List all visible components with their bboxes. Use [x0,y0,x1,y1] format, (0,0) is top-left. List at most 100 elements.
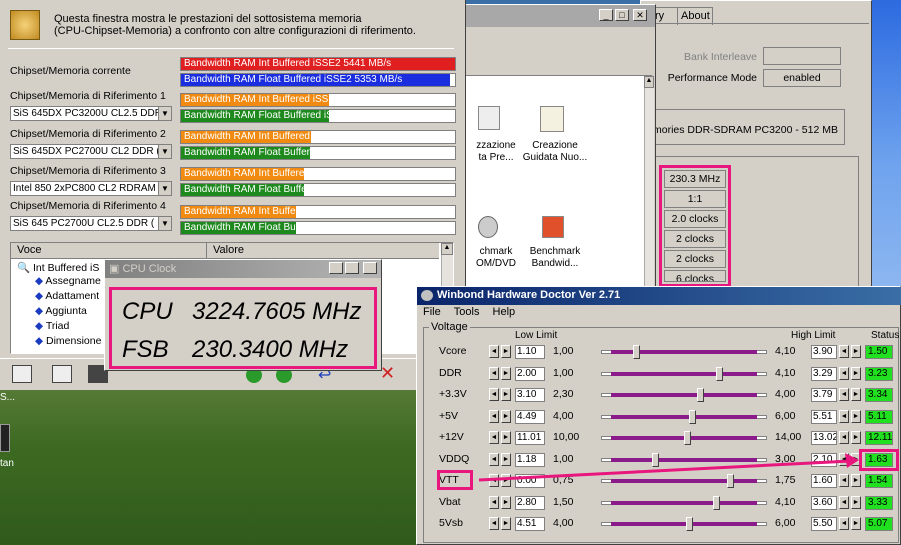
cancel-icon[interactable]: ✕ [380,363,395,384]
spin-right-icon[interactable]: ► [851,409,861,423]
high-limit-input[interactable]: 3.29 [811,366,837,381]
reference-select[interactable]: SiS 645 PC2700U CL2.5 DDR (▼ [10,216,172,231]
report-icon[interactable] [12,365,32,383]
bandwidth-bar-label: Bandwidth RAM Int Buffered iSSE2 2290 MB… [184,206,392,217]
voltage-slider-thumb[interactable] [633,345,640,359]
voltage-slider-thumb[interactable] [713,495,720,510]
spin-left-icon[interactable]: ◄ [839,495,849,509]
spin-right-icon[interactable]: ► [501,388,511,401]
spin-left-icon[interactable]: ◄ [489,517,499,530]
low-limit-input[interactable]: 4.49 [515,409,545,424]
benchmark-icon[interactable] [478,106,500,130]
close-icon[interactable]: ✕ [633,9,647,21]
maximize-icon[interactable]: □ [615,9,629,21]
chevron-down-icon[interactable]: ▼ [158,182,171,195]
tree-item[interactable]: ◆ Triad [35,320,69,332]
low-limit-input[interactable]: 2.80 [515,495,545,510]
spin-left-icon[interactable]: ◄ [489,388,499,401]
voltage-slider-thumb[interactable] [716,366,724,381]
voltage-slider-thumb[interactable] [684,431,692,445]
voltage-slider-thumb[interactable] [689,409,696,424]
spin-right-icon[interactable]: ► [851,517,861,530]
tree-item[interactable]: ◆ Adattament [35,290,99,302]
spin-left-icon[interactable]: ◄ [839,366,849,380]
low-limit-input[interactable]: 11.01 [515,431,545,445]
spin-left-icon[interactable]: ◄ [839,345,849,358]
spin-left-icon[interactable]: ◄ [489,431,499,444]
icon-label[interactable]: Creazione Guidata Nuo... [518,140,592,164]
menu-tools[interactable]: Tools [454,306,480,318]
tree-item-label: Aggiunta [45,305,87,317]
spin-right-icon[interactable]: ► [851,345,861,358]
memory-chip-icon [10,10,40,40]
chevron-down-icon[interactable]: ▼ [158,107,171,120]
status-value: 3.23 [865,366,893,381]
spin-right-icon[interactable]: ► [501,345,511,358]
high-limit-input[interactable]: 3.79 [811,388,837,402]
icon-label[interactable]: zzazione ta Pre... [466,140,526,164]
tree-root[interactable]: 🔍 Int Buffered iS [17,261,99,274]
min-scale-label: 1,00 [553,345,574,357]
high-limit-input[interactable]: 5.51 [811,409,837,424]
voltage-slider-thumb[interactable] [697,388,704,402]
explorer-scrollbar[interactable] [644,76,654,290]
reference-value: SiS 645 PC2700U CL2.5 DDR ( [13,218,155,229]
voltage-row: Vcore ◄ ► 1.10 1,00 4,10 3.90 ◄ ► 1.50 [425,342,899,362]
wizard-icon[interactable] [540,106,564,132]
window-title: Winbond Hardware Doctor Ver 2.71 [437,289,621,301]
copy-icon[interactable] [52,365,72,383]
low-limit-input[interactable]: 1.10 [515,345,545,359]
low-limit-input[interactable]: 2.00 [515,366,545,381]
voltage-slider-thumb[interactable] [685,517,693,531]
spin-right-icon[interactable]: ► [501,495,511,509]
column-header-voce[interactable]: Voce [11,243,207,259]
chevron-down-icon[interactable]: ▼ [158,217,171,230]
chevron-down-icon[interactable]: ▼ [158,145,171,158]
low-limit-input[interactable]: 4.51 [515,517,545,531]
scroll-up-icon[interactable]: ▲ [644,76,654,88]
spin-right-icon[interactable]: ► [851,366,861,380]
desktop-icon[interactable] [0,424,10,452]
spin-left-icon[interactable]: ◄ [839,431,849,444]
spin-right-icon[interactable]: ► [851,495,861,509]
bandwidth-icon[interactable] [542,216,564,238]
high-limit-input[interactable]: 13.02 [811,431,837,445]
spin-left-icon[interactable]: ◄ [839,517,849,530]
scroll-up-icon[interactable]: ▲ [441,243,453,255]
tree-item[interactable]: ◆ Dimensione [35,335,101,347]
spin-right-icon[interactable]: ► [501,409,511,423]
high-limit-input[interactable]: 3.60 [811,495,837,510]
spin-left-icon[interactable]: ◄ [489,495,499,509]
spin-right-icon[interactable]: ► [501,431,511,444]
reference-select[interactable]: SiS 645DX PC3200U CL2.5 DDR ▼ [10,106,172,121]
high-limit-input[interactable]: 3.90 [811,345,837,359]
min-scale-label: 4,00 [553,409,574,422]
current-label: Chipset/Memoria corrente [10,65,131,77]
maximize-icon[interactable]: □ [345,262,359,274]
menu-file[interactable]: File [423,306,441,318]
icon-label[interactable]: chmark OM/DVD [466,246,526,270]
spin-right-icon[interactable]: ► [851,431,861,444]
spin-right-icon[interactable]: ► [501,517,511,530]
high-limit-input[interactable]: 5.50 [811,517,837,531]
close-icon[interactable]: ✕ [363,262,377,274]
desktop-icon-label[interactable]: S... [0,392,24,403]
spin-left-icon[interactable]: ◄ [489,345,499,358]
menu-help[interactable]: Help [493,306,516,318]
reference-select[interactable]: Intel 850 2xPC800 CL2 RDRAM ▼ [10,181,172,196]
spin-right-icon[interactable]: ► [501,366,511,380]
reference-select[interactable]: SiS 645DX PC2700U CL2 DDR (▼ [10,144,172,159]
minimize-icon[interactable]: _ [329,262,343,274]
spin-left-icon[interactable]: ◄ [489,366,499,380]
cdrom-icon[interactable] [478,216,498,238]
spin-right-icon[interactable]: ► [851,388,861,401]
column-header-valore[interactable]: Valore [207,243,439,259]
tree-item[interactable]: ◆ Aggiunta [35,305,87,317]
tree-item[interactable]: ◆ Assegname [35,275,101,287]
minimize-icon[interactable]: _ [599,9,613,21]
spin-left-icon[interactable]: ◄ [839,388,849,401]
low-limit-input[interactable]: 3.10 [515,388,545,402]
spin-left-icon[interactable]: ◄ [489,409,499,423]
icon-label[interactable]: Benchmark Bandwid... [518,246,592,270]
spin-left-icon[interactable]: ◄ [839,409,849,423]
